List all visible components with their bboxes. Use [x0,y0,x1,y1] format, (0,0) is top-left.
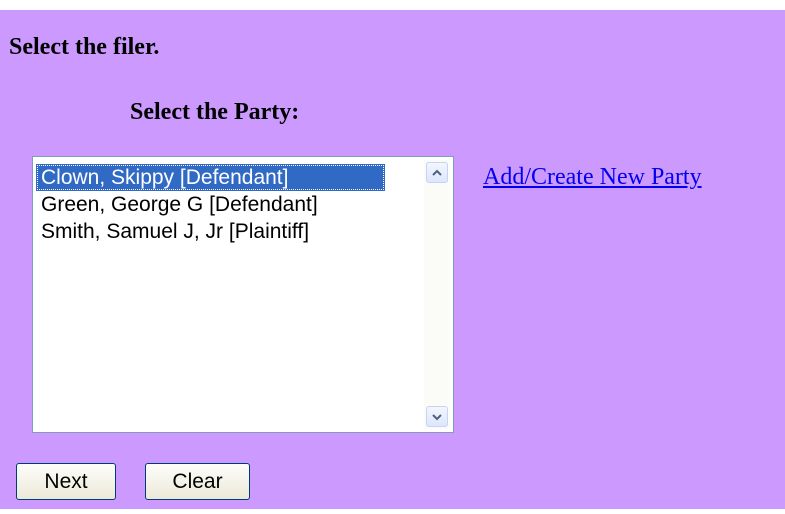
filer-form: Select the filer. Select the Party: Clow… [0,10,785,509]
scroll-down-button[interactable] [426,406,448,427]
clear-button[interactable]: Clear [145,463,250,500]
party-option-smith[interactable]: Smith, Samuel J, Jr [Plaintiff] [36,218,427,245]
party-option-clown[interactable]: Clown, Skippy [Defendant] [36,164,385,191]
page-title: Select the filer. [9,34,160,60]
scroll-up-button[interactable] [426,162,448,183]
party-label: Select the Party: [130,99,300,125]
next-button[interactable]: Next [16,463,116,500]
party-list: Clown, Skippy [Defendant] Green, George … [36,164,427,245]
listbox-scrollbar[interactable] [424,160,450,429]
chevron-down-icon [432,414,442,421]
add-create-party-link[interactable]: Add/Create New Party [483,164,702,191]
party-option-green[interactable]: Green, George G [Defendant] [36,191,427,218]
chevron-up-icon [432,169,442,176]
party-listbox[interactable]: Clown, Skippy [Defendant] Green, George … [32,156,454,433]
